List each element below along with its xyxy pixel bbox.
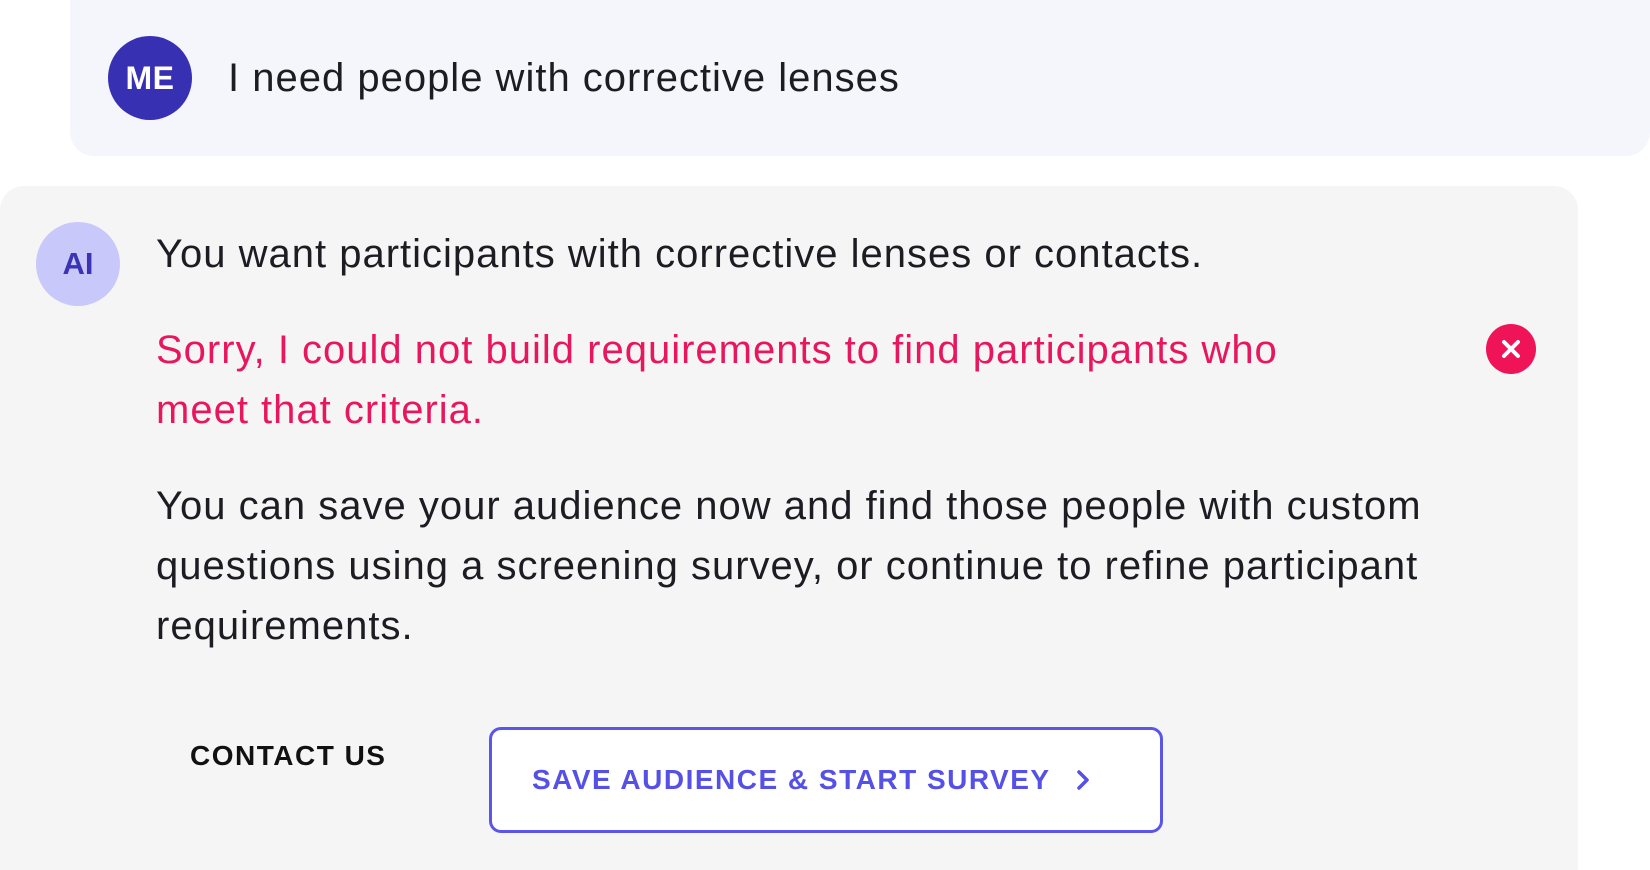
close-icon [1502, 340, 1520, 358]
chevron-right-icon [1075, 768, 1091, 792]
ai-body-text: You can save your audience now and find … [156, 484, 1422, 648]
contact-us-label: CONTACT US [190, 740, 387, 771]
ai-avatar: AI [36, 222, 120, 306]
user-message-text: I need people with corrective lenses [228, 56, 900, 100]
ai-avatar-label: AI [62, 246, 94, 281]
close-circle-icon[interactable] [1486, 324, 1536, 374]
ai-summary-text: You want participants with corrective le… [156, 232, 1204, 276]
ai-error-text: Sorry, I could not build requirements to… [156, 328, 1278, 432]
save-audience-start-survey-label: SAVE AUDIENCE & START SURVEY [532, 764, 1051, 795]
user-message: ME I need people with corrective lenses [70, 0, 1650, 156]
contact-us-button[interactable]: CONTACT US [190, 726, 386, 786]
save-audience-start-survey-button[interactable]: SAVE AUDIENCE & START SURVEY [489, 727, 1163, 833]
user-avatar: ME [108, 36, 192, 120]
user-avatar-label: ME [125, 59, 175, 96]
ai-message: AI You want participants with corrective… [0, 186, 1578, 870]
